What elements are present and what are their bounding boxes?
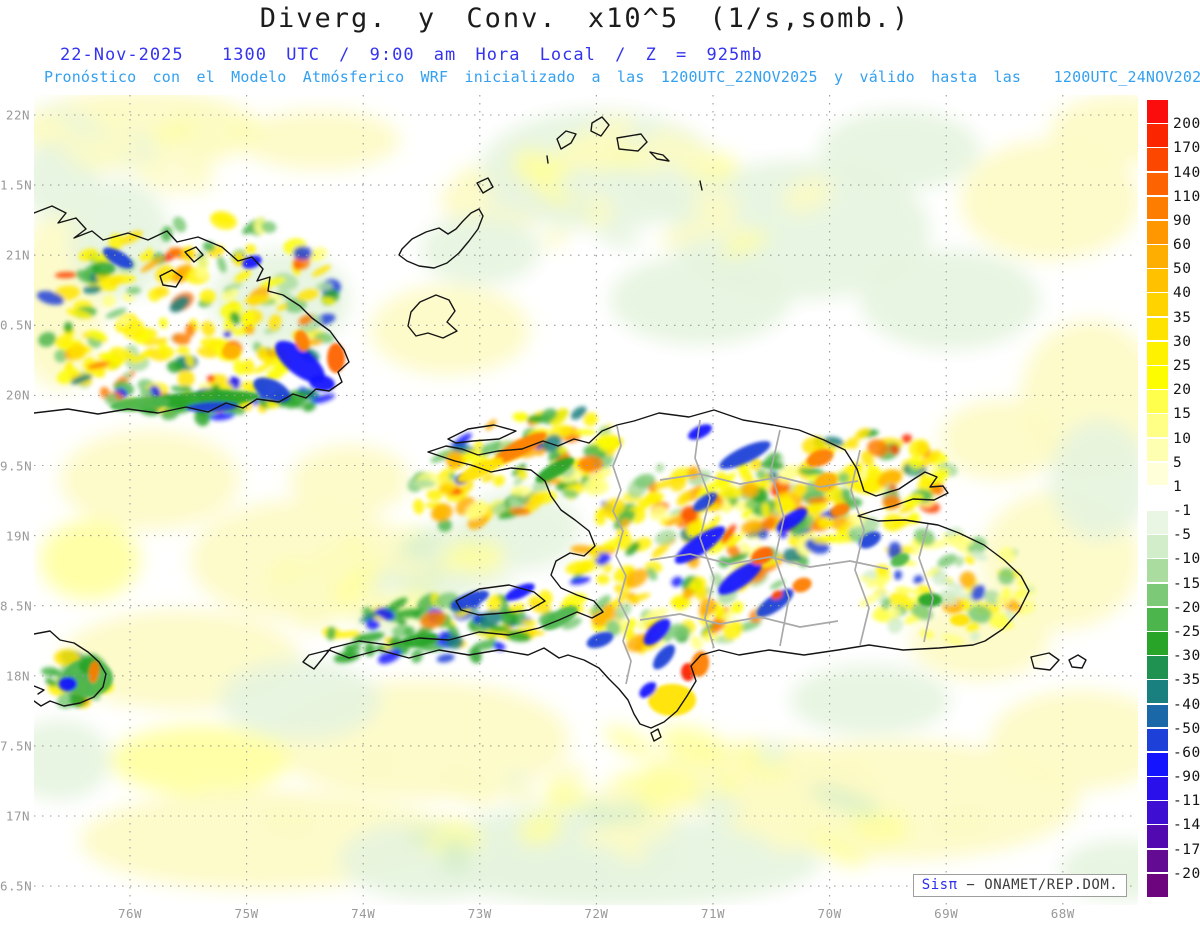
colorbar-tick-label: 60 xyxy=(1173,237,1192,254)
lon-tick-label: 68W xyxy=(1050,906,1075,921)
colorbar-cell xyxy=(1147,293,1168,317)
lat-tick-label: 18N xyxy=(5,668,30,684)
colorbar-tick-label: -200 xyxy=(1173,865,1200,882)
lat-tick-label: 1.5N xyxy=(0,177,33,193)
colorbar-cell xyxy=(1147,728,1168,752)
colorbar-cell xyxy=(1147,583,1168,607)
colorbar-cell xyxy=(1147,124,1168,147)
lon-tick-label: 76W xyxy=(117,906,143,921)
colorbar-cell xyxy=(1147,607,1168,631)
colorbar-cell xyxy=(1147,100,1168,123)
lat-tick-label: 22N xyxy=(5,107,30,123)
lon-tick-label: 75W xyxy=(234,906,259,921)
lat-tick-label: 17N xyxy=(5,808,30,824)
colorbar-cell xyxy=(1147,559,1168,583)
colorbar-cell xyxy=(1147,631,1168,655)
colorbar-cell xyxy=(1147,196,1168,220)
colorbar-cell xyxy=(1147,390,1168,413)
colorbar-cell xyxy=(1147,172,1168,196)
colorbar-tick-label: 110 xyxy=(1173,188,1200,205)
colorbar-tick-label: -90 xyxy=(1173,769,1200,786)
colorbar-tick-label: 20 xyxy=(1173,382,1192,399)
lon-tick-label: 72W xyxy=(584,906,609,921)
colorbar-cell xyxy=(1147,438,1168,462)
forecast-chart-page: Diverg. y Conv. x10^5 (1/s,somb.) 22-Nov… xyxy=(0,0,1200,927)
colorbar-cell xyxy=(1147,486,1168,510)
colorbar-tick-label: -60 xyxy=(1173,744,1200,761)
colorbar-cell xyxy=(1147,511,1168,534)
colorbar-tick-label: -50 xyxy=(1173,720,1200,737)
colorbar-cell xyxy=(1147,656,1168,679)
colorbar-cell xyxy=(1147,269,1168,293)
colorbar-cell xyxy=(1147,341,1168,365)
colorbar-cell xyxy=(1147,220,1168,244)
lat-tick-label: 19N xyxy=(5,528,30,544)
mona-coastline xyxy=(1068,654,1087,669)
colorbar-cell xyxy=(1147,849,1168,873)
colorbar-tick-label: -25 xyxy=(1173,623,1200,640)
lon-tick-label: 73W xyxy=(467,906,492,921)
colorbar-cell xyxy=(1147,801,1168,824)
colorbar-cell xyxy=(1147,873,1168,897)
colorbar-tick-label: -15 xyxy=(1173,575,1200,592)
lon-tick-label: 74W xyxy=(351,906,376,921)
colorbar-tick-label: 170 xyxy=(1173,140,1200,157)
colorbar-cell xyxy=(1147,680,1168,704)
colorbar-tick-label: -5 xyxy=(1173,527,1192,544)
colorbar-cell xyxy=(1147,704,1168,728)
colorbar-tick-label: -35 xyxy=(1173,672,1200,689)
colorbar-cell xyxy=(1147,462,1168,486)
colorbar-cell xyxy=(1147,245,1168,268)
lon-tick-label: 69W xyxy=(934,906,959,921)
colorbar-tick-label: 90 xyxy=(1173,212,1192,229)
colorbar-tick-label: -40 xyxy=(1173,696,1200,713)
lat-tick-label: 7.5N xyxy=(0,738,33,754)
colorbar-tick-label: 5 xyxy=(1173,454,1183,471)
colorbar-tick-label: 15 xyxy=(1173,406,1192,423)
colorbar-tick-label: -10 xyxy=(1173,551,1200,568)
lat-tick-label: 21N xyxy=(5,247,30,263)
lon-tick-label: 70W xyxy=(817,906,842,921)
colorbar-cell xyxy=(1147,825,1168,849)
lat-tick-label: 6.5N xyxy=(0,878,33,894)
colorbar-tick-label: 35 xyxy=(1173,309,1192,326)
colorbar-tick-label: -20 xyxy=(1173,599,1200,616)
attribution-box: Sisπ − ONAMET/REP.DOM. xyxy=(913,874,1127,897)
colorbar-cell xyxy=(1147,317,1168,341)
colorbar-tick-label: -30 xyxy=(1173,648,1200,665)
colorbar-tick-label: 10 xyxy=(1173,430,1192,447)
colorbar-tick-label: 140 xyxy=(1173,164,1200,181)
colorbar-tick-label: -1 xyxy=(1173,503,1192,520)
colorbar-cell xyxy=(1147,535,1168,558)
forecast-map xyxy=(34,95,1138,905)
sispi-brand-label: Sisπ xyxy=(921,877,958,893)
onamet-label: − ONAMET/REP.DOM. xyxy=(957,877,1119,893)
lat-tick-label: 20N xyxy=(5,387,30,403)
lat-tick-label: 0.5N xyxy=(0,317,33,333)
lon-tick-label: 71W xyxy=(700,906,726,921)
colorbar-cell xyxy=(1147,414,1168,438)
colorbar-tick-label: 200 xyxy=(1173,116,1200,133)
colorbar-tick-label: 25 xyxy=(1173,357,1192,374)
colorbar-tick-label: 1 xyxy=(1173,478,1183,495)
colorbar-cell xyxy=(1147,148,1168,172)
colorbar-tick-label: 40 xyxy=(1173,285,1192,302)
colorbar-cell xyxy=(1147,365,1168,389)
colorbar-cell xyxy=(1147,752,1168,776)
colorbar-cell xyxy=(1147,777,1168,800)
colorbar-tick-label: -170 xyxy=(1173,841,1200,858)
background-shading xyxy=(34,95,1138,905)
lat-tick-label: 9.5N xyxy=(0,458,33,473)
lat-tick-label: 8.5N xyxy=(0,598,33,614)
colorbar-tick-label: -110 xyxy=(1173,793,1200,810)
colorbar-tick-label: -140 xyxy=(1173,817,1200,834)
colorbar-tick-label: 50 xyxy=(1173,261,1192,278)
colorbar-tick-label: 30 xyxy=(1173,333,1192,350)
